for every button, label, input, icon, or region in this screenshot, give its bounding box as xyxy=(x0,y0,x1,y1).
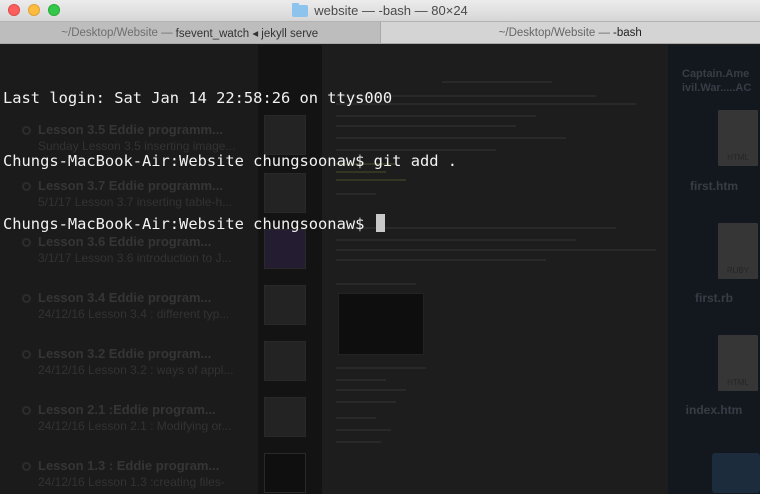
folder-icon xyxy=(292,2,309,17)
tab-process: fsevent_watch ◂ jekyll serve xyxy=(175,27,319,40)
window-controls xyxy=(8,4,60,16)
title-bar[interactable]: website — -bash — 80×24 xyxy=(0,0,760,22)
terminal-line: Chungs-MacBook-Air:Website chungsoonaw$ … xyxy=(3,152,458,170)
terminal-prompt-line: Chungs-MacBook-Air:Website chungsoonaw$ xyxy=(3,214,457,235)
window-title-group: website — -bash — 80×24 xyxy=(292,2,468,18)
tab-process: -bash xyxy=(613,26,642,39)
tab-jekyll-serve[interactable]: ~/Desktop/Website — fsevent_watch ◂ jeky… xyxy=(0,22,381,43)
terminal-line: Last login: Sat Jan 14 22:58:26 on ttys0… xyxy=(3,89,393,107)
terminal-output[interactable]: Last login: Sat Jan 14 22:58:26 on ttys0… xyxy=(3,46,457,277)
minimize-window-button[interactable] xyxy=(28,4,40,16)
text-cursor xyxy=(375,214,385,232)
tab-path: ~/Desktop/Website — xyxy=(61,26,173,39)
tab-path: ~/Desktop/Website — xyxy=(498,26,611,39)
tab-bar: ~/Desktop/Website — fsevent_watch ◂ jeky… xyxy=(0,22,760,44)
terminal-prompt: Chungs-MacBook-Air:Website chungsoonaw$ xyxy=(3,215,374,233)
zoom-window-button[interactable] xyxy=(48,4,60,16)
terminal-view[interactable]: Lesson 3.5 Eddie programm... Sunday Less… xyxy=(0,45,760,494)
window-title: website — -bash — 80×24 xyxy=(314,3,468,18)
close-window-button[interactable] xyxy=(8,4,20,16)
tab-bash[interactable]: ~/Desktop/Website — -bash xyxy=(380,22,760,43)
